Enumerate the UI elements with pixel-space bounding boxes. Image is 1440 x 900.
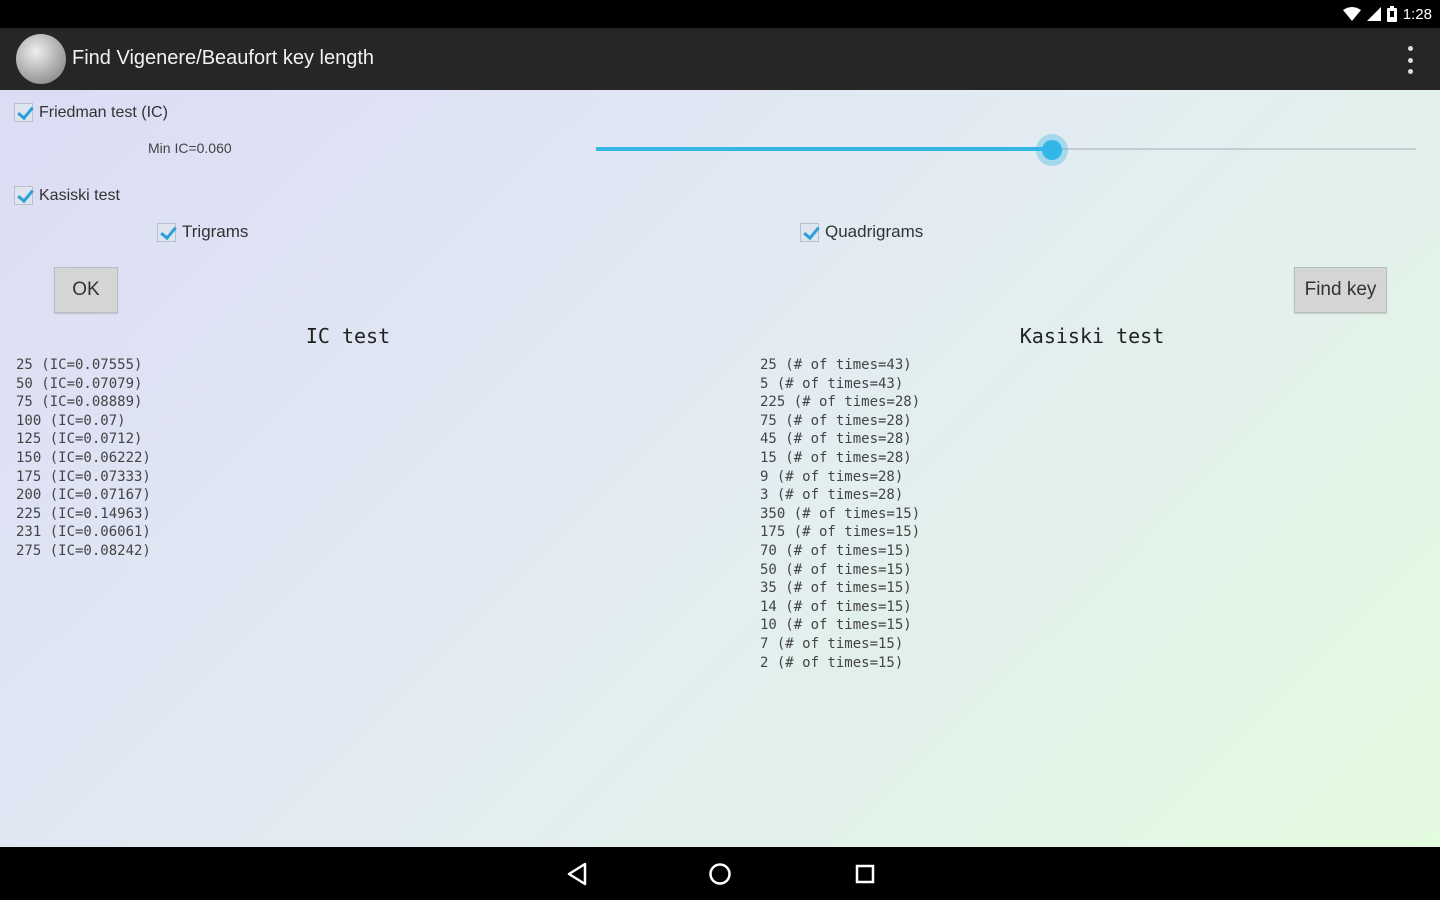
ic-result-item: 75 (IC=0.08889) <box>16 394 143 411</box>
kasiski-result-item: 14 (# of times=15) <box>760 598 912 615</box>
status-time: 1:28 <box>1402 5 1432 23</box>
quadrigrams-checkbox[interactable]: Quadrigrams <box>800 222 923 242</box>
navigation-bar <box>0 847 1440 900</box>
action-bar: Find Vigenere/Beaufort key length <box>0 28 1440 90</box>
signal-icon <box>1366 7 1381 21</box>
ic-result-item: 125 (IC=0.0712) <box>16 431 143 448</box>
ic-result-item: 25 (IC=0.07555) <box>16 357 143 373</box>
kasiski-result-item: 75 (# of times=28) <box>760 412 912 429</box>
slider-thumb[interactable] <box>1035 134 1068 166</box>
checkbox-checked-icon <box>800 222 819 242</box>
ic-result-item: 275 (IC=0.08242) <box>16 542 151 559</box>
kasiski-result-item: 225 (# of times=28) <box>760 394 921 411</box>
kasiski-result-item: 9 (# of times=28) <box>760 468 904 485</box>
kasiski-result-item: 3 (# of times=28) <box>760 487 904 504</box>
kasiski-result-item: 175 (# of times=15) <box>760 524 921 541</box>
kasiski-result-item: 350 (# of times=15) <box>760 505 921 522</box>
kasiski-result-item: 2 (# of times=15) <box>760 654 904 671</box>
kasiski-test-label: Kasiski test <box>39 186 120 204</box>
quadrigrams-label: Quadrigrams <box>825 222 924 241</box>
ic-result-item: 175 (IC=0.07333) <box>16 468 151 485</box>
checkbox-checked-icon <box>14 103 33 122</box>
battery-icon <box>1386 6 1397 22</box>
find-key-button[interactable]: Find key <box>1294 267 1387 313</box>
app-title: Find Vigenere/Beaufort key length <box>72 47 375 69</box>
ok-button[interactable]: OK <box>54 267 118 313</box>
back-icon[interactable] <box>564 861 590 887</box>
kasiski-results-list: 25 (# of times=43) 5 (# of times=43) 225 (… <box>760 356 920 672</box>
slider-fill <box>596 147 1052 151</box>
overflow-menu-icon[interactable] <box>1404 46 1416 74</box>
kasiski-result-item: 45 (# of times=28) <box>760 431 912 448</box>
kasiski-test-title: Kasiski test <box>1019 324 1165 348</box>
wifi-icon <box>1342 7 1361 21</box>
status-bar: 1:28 <box>0 0 1440 28</box>
checkbox-checked-icon <box>157 222 176 242</box>
min-ic-label: Min IC=0.060 <box>148 140 232 156</box>
trigrams-checkbox[interactable]: Trigrams <box>157 222 248 242</box>
kasiski-result-item: 5 (# of times=43) <box>760 375 904 392</box>
kasiski-result-item: 25 (# of times=43) <box>760 357 912 373</box>
kasiski-result-item: 35 (# of times=15) <box>760 580 912 597</box>
trigrams-label: Trigrams <box>182 222 249 241</box>
kasiski-result-item: 7 (# of times=15) <box>760 635 904 652</box>
kasiski-result-item: 10 (# of times=15) <box>760 617 912 634</box>
ic-result-item: 225 (IC=0.14963) <box>16 505 151 522</box>
recents-icon[interactable] <box>852 861 878 887</box>
ic-result-item: 231 (IC=0.06061) <box>16 524 151 541</box>
main-content: Friedman test (IC) Min IC=0.060 Kasiski … <box>0 90 1440 847</box>
kasiski-result-item: 70 (# of times=15) <box>760 542 912 559</box>
friedman-test-checkbox[interactable]: Friedman test (IC) <box>14 103 168 122</box>
kasiski-test-checkbox[interactable]: Kasiski test <box>14 186 120 205</box>
ic-test-title: IC test <box>305 324 391 348</box>
ic-results-list: 25 (IC=0.07555) 50 (IC=0.07079) 75 (IC=0.0… <box>16 356 151 561</box>
status-icons: 1:28 <box>1342 4 1432 24</box>
ic-result-item: 50 (IC=0.07079) <box>16 375 143 392</box>
checkbox-checked-icon <box>14 186 33 205</box>
ic-result-item: 150 (IC=0.06222) <box>16 449 151 466</box>
ic-result-item: 100 (IC=0.07) <box>16 412 126 429</box>
ic-result-item: 200 (IC=0.07167) <box>16 487 151 504</box>
kasiski-result-item: 50 (# of times=15) <box>760 561 912 578</box>
friedman-test-label: Friedman test (IC) <box>39 103 168 121</box>
kasiski-result-item: 15 (# of times=28) <box>760 449 912 466</box>
home-icon[interactable] <box>707 861 733 887</box>
app-magnifier-icon[interactable] <box>16 34 66 84</box>
min-ic-slider[interactable] <box>596 134 1416 166</box>
